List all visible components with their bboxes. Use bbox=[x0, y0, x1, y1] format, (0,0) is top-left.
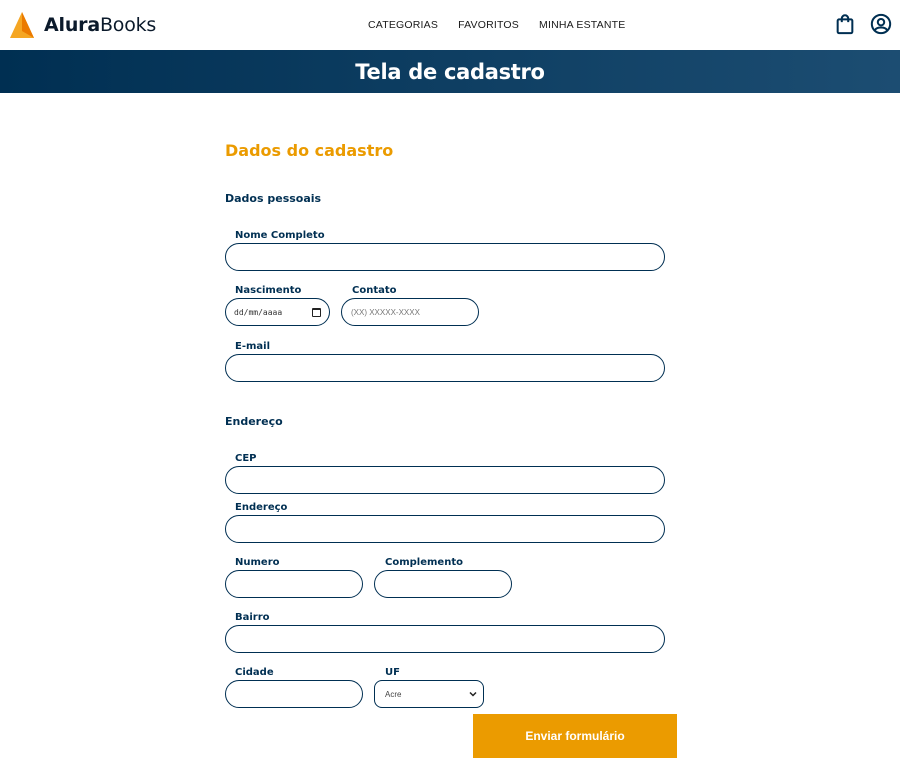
nav-item-minha-estante[interactable]: MINHA ESTANTE bbox=[539, 19, 625, 31]
city-field[interactable] bbox=[225, 680, 363, 708]
complement-field[interactable] bbox=[374, 570, 512, 598]
personal-data-title: Dados pessoais bbox=[225, 192, 322, 205]
cep-input[interactable] bbox=[226, 467, 664, 493]
complement-label: Complemento bbox=[385, 557, 463, 568]
alurabooks-logo[interactable]: AluraBooks bbox=[9, 10, 156, 40]
header-icons bbox=[834, 13, 892, 35]
full-name-field[interactable] bbox=[225, 243, 665, 271]
shopping-bag-icon[interactable] bbox=[834, 13, 856, 35]
nav-item-categorias[interactable]: CATEGORIAS bbox=[368, 19, 438, 31]
street-field[interactable] bbox=[225, 515, 665, 543]
number-input[interactable] bbox=[226, 571, 362, 597]
uf-selected-value: Acre bbox=[385, 690, 402, 699]
submit-button[interactable]: Enviar formulário bbox=[473, 714, 677, 758]
contact-placeholder: (XX) XXXXX-XXXX bbox=[351, 308, 420, 317]
email-label: E-mail bbox=[235, 341, 271, 352]
district-input[interactable] bbox=[226, 626, 664, 652]
district-label: Bairro bbox=[235, 612, 270, 623]
full-name-input[interactable] bbox=[226, 244, 664, 270]
district-field[interactable] bbox=[225, 625, 665, 653]
cep-label: CEP bbox=[235, 453, 257, 464]
form-heading: Dados do cadastro bbox=[225, 141, 394, 160]
top-navigation-bar: AluraBooks CATEGORIAS FAVORITOS MINHA ES… bbox=[0, 0, 900, 50]
brand-name: AluraBooks bbox=[44, 14, 157, 36]
city-input[interactable] bbox=[226, 681, 362, 707]
cep-field[interactable] bbox=[225, 466, 665, 494]
street-input[interactable] bbox=[226, 516, 664, 542]
chevron-down-icon bbox=[469, 691, 477, 697]
triangle-logo-icon bbox=[10, 12, 34, 38]
contact-field[interactable]: (XX) XXXXX-XXXX bbox=[341, 298, 479, 326]
user-profile-icon[interactable] bbox=[870, 13, 892, 35]
number-label: Numero bbox=[235, 557, 280, 568]
street-label: Endereço bbox=[235, 502, 288, 513]
calendar-icon[interactable] bbox=[312, 307, 321, 317]
birth-label: Nascimento bbox=[235, 285, 302, 296]
address-title: Endereço bbox=[225, 415, 283, 428]
uf-select[interactable]: Acre bbox=[374, 680, 484, 708]
full-name-label: Nome Completo bbox=[235, 230, 325, 241]
uf-label: UF bbox=[385, 667, 400, 678]
page-banner: Tela de cadastro bbox=[0, 50, 900, 93]
nav-item-favoritos[interactable]: FAVORITOS bbox=[458, 19, 519, 31]
number-field[interactable] bbox=[225, 570, 363, 598]
email-field[interactable] bbox=[225, 354, 665, 382]
birth-date-field[interactable]: dd/mm/aaaa bbox=[225, 298, 330, 326]
city-label: Cidade bbox=[235, 667, 274, 678]
main-nav: CATEGORIAS FAVORITOS MINHA ESTANTE bbox=[368, 19, 645, 31]
email-input[interactable] bbox=[226, 355, 664, 381]
birth-date-placeholder: dd/mm/aaaa bbox=[234, 307, 283, 317]
complement-input[interactable] bbox=[375, 571, 511, 597]
page-title: Tela de cadastro bbox=[355, 59, 545, 84]
contact-label: Contato bbox=[352, 285, 397, 296]
